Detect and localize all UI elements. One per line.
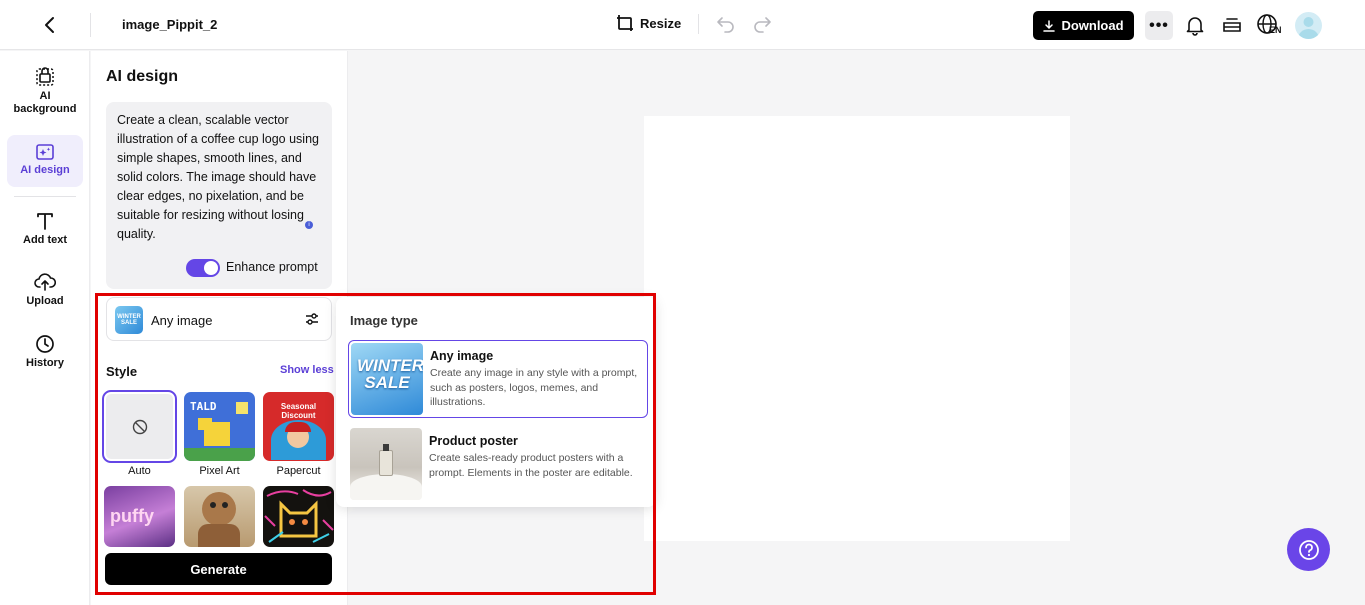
question-icon xyxy=(1298,539,1319,560)
style-label: Auto xyxy=(128,465,151,477)
more-icon: ••• xyxy=(1149,16,1169,34)
undo-button[interactable] xyxy=(716,14,736,34)
download-button[interactable]: Download xyxy=(1033,11,1134,40)
papercut-text: Seasonal Discount xyxy=(280,402,317,420)
language-button[interactable]: EN xyxy=(1256,13,1284,39)
style-section-title: Style xyxy=(106,364,138,379)
style-thumbnail xyxy=(102,390,177,463)
image-type-dropdown: Image type WINTER SALE Any image Create … xyxy=(336,297,656,507)
rail-item-label: AI background xyxy=(13,90,77,115)
option-description: Create any image in any style with a pro… xyxy=(430,367,638,408)
style-thumbnail: TALD xyxy=(184,392,255,461)
divider xyxy=(14,196,76,197)
any-image-thumbnail: WINTER SALE xyxy=(351,343,423,415)
back-button[interactable] xyxy=(38,13,62,37)
ai-design-icon xyxy=(36,144,54,160)
avatar[interactable] xyxy=(1295,12,1322,39)
style-auto[interactable]: Auto xyxy=(102,390,177,477)
text-icon xyxy=(37,213,53,230)
divider xyxy=(698,14,699,34)
notifications-button[interactable] xyxy=(1184,14,1206,36)
generate-button[interactable]: Generate xyxy=(105,553,332,585)
upload-icon xyxy=(34,273,56,291)
option-description: Create sales-ready product posters with … xyxy=(429,452,633,479)
download-icon xyxy=(1043,19,1056,32)
download-label: Download xyxy=(1061,18,1124,33)
top-bar: image_Pippit_20 Resize Download ••• EN xyxy=(0,0,1365,50)
winter-sale-text: WINTER SALE xyxy=(357,356,423,392)
prompt-textarea[interactable]: Create a clean, scalable vector illustra… xyxy=(106,102,332,289)
image-type-option-product-poster[interactable]: Product poster Create sales-ready produc… xyxy=(348,426,648,504)
style-thumbnail xyxy=(184,486,255,547)
rail-item-ai-design[interactable]: AI design xyxy=(7,135,83,187)
style-thumbnail: Seasonal Discount xyxy=(263,392,334,461)
divider xyxy=(90,13,91,37)
style-thumbnail xyxy=(263,486,334,547)
sliders-icon[interactable] xyxy=(304,311,320,327)
image-type-option-any-image[interactable]: WINTER SALE Any image Create any image i… xyxy=(348,340,648,418)
ai-background-icon xyxy=(36,67,54,86)
style-papercut[interactable]: Seasonal Discount Papercut xyxy=(263,392,334,477)
enhance-prompt-toggle[interactable] xyxy=(186,259,220,277)
prompt-text[interactable]: Create a clean, scalable vector illustra… xyxy=(117,111,325,244)
resize-icon xyxy=(617,15,633,31)
info-icon[interactable]: i xyxy=(305,221,313,229)
more-options-button[interactable]: ••• xyxy=(1145,11,1173,40)
resize-button[interactable]: Resize xyxy=(616,14,681,32)
image-type-select[interactable]: WINTER SALE Any image xyxy=(106,297,332,341)
product-poster-thumbnail xyxy=(350,428,422,500)
style-thumbnail: puffy xyxy=(104,486,175,547)
rail-item-upload[interactable]: Upload xyxy=(7,272,83,312)
chevron-left-icon xyxy=(45,17,54,33)
neon-cat-illustration xyxy=(264,489,334,543)
toggle-knob xyxy=(204,261,218,275)
user-icon xyxy=(1298,17,1319,39)
resize-label: Resize xyxy=(640,15,682,31)
rail-item-label: AI design xyxy=(20,164,70,176)
layers-button[interactable] xyxy=(1221,14,1243,36)
language-label: EN xyxy=(1269,25,1282,35)
option-name: Product poster xyxy=(429,434,518,448)
style-neon[interactable] xyxy=(263,486,334,547)
rail-item-add-text[interactable]: Add text xyxy=(7,211,83,251)
enhance-prompt-label: Enhance prompt xyxy=(226,260,318,274)
rail-item-label: Upload xyxy=(26,295,64,307)
rail-item-label: Add text xyxy=(23,234,67,246)
document-title[interactable]: image_Pippit_20 xyxy=(122,17,218,32)
image-type-selected-label: Any image xyxy=(151,313,213,328)
help-button[interactable] xyxy=(1287,528,1330,571)
style-pixel-art[interactable]: TALD Pixel Art xyxy=(184,392,255,477)
style-label: Pixel Art xyxy=(199,465,240,477)
undo-icon xyxy=(717,17,734,33)
option-name: Any image xyxy=(430,349,494,363)
ai-design-panel: AI design Create a clean, scalable vecto… xyxy=(91,51,348,605)
style-clay[interactable] xyxy=(184,486,255,547)
bell-icon xyxy=(1186,17,1204,36)
puffy-text: puffy xyxy=(110,506,154,526)
dropdown-title: Image type xyxy=(350,313,418,328)
rail-item-history[interactable]: History xyxy=(7,334,83,374)
redo-icon xyxy=(754,17,771,33)
winter-sale-thumbnail: WINTER SALE xyxy=(115,306,143,334)
style-puffy[interactable]: puffy xyxy=(104,486,175,547)
show-less-link[interactable]: Show less xyxy=(280,364,334,376)
design-canvas[interactable] xyxy=(644,116,1070,541)
panel-title: AI design xyxy=(106,68,179,85)
rail-item-ai-background[interactable]: AI background xyxy=(7,65,83,123)
pixel-art-text: TALD xyxy=(190,400,217,413)
layers-icon xyxy=(1223,18,1241,32)
redo-button[interactable] xyxy=(752,14,772,34)
style-label: Papercut xyxy=(276,465,321,477)
rail-item-label: History xyxy=(26,357,64,369)
history-icon xyxy=(36,335,54,353)
left-rail: AI background AI design Add text Upload … xyxy=(0,51,90,605)
no-style-icon xyxy=(132,419,147,434)
